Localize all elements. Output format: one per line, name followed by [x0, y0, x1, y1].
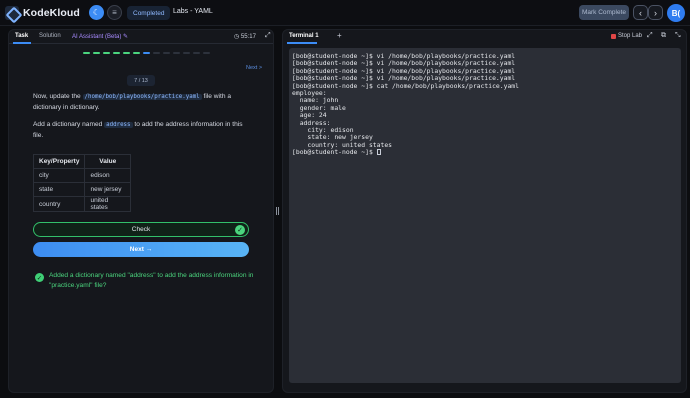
- chevron-left-icon: ‹: [639, 7, 642, 18]
- progress-step: [183, 52, 190, 54]
- avatar[interactable]: B(: [667, 4, 685, 22]
- timer: ◷ 55:17: [234, 33, 256, 40]
- fullscreen-icon[interactable]: ⤡: [675, 32, 681, 40]
- file-path-code: /home/bob/playbooks/practice.yaml: [82, 94, 202, 100]
- terminal-output[interactable]: [bob@student-node ~]$ vi /home/bob/playb…: [289, 48, 681, 383]
- terminal-panel: Terminal 1 + Stop Lab ⤢ ⧉ ⤡ [bob@student…: [282, 29, 687, 393]
- progress-step: [173, 52, 180, 54]
- terminal-cursor: [376, 149, 381, 156]
- table-cell: united states: [84, 196, 131, 212]
- checkmark-icon: ✓: [235, 225, 245, 235]
- instruction-paragraph-2: Add a dictionary named address to add th…: [33, 120, 253, 140]
- progress-step: [163, 52, 170, 54]
- tab-solution[interactable]: Solution: [39, 33, 61, 39]
- status-badge: Completed: [127, 6, 171, 20]
- table-cell: new jersey: [84, 182, 131, 197]
- expand-icon[interactable]: ⤢: [647, 32, 653, 40]
- theme-toggle-moon-icon[interactable]: ☾: [89, 5, 104, 20]
- top-bar: KodeKloud ☾ ≡ Completed Labs - YAML Mark…: [0, 0, 690, 26]
- column-header: Key/Property: [32, 154, 86, 169]
- check-button[interactable]: Check ✓: [33, 222, 249, 237]
- progress-step: [123, 52, 130, 54]
- logo[interactable]: KodeKloud: [5, 6, 80, 20]
- progress-step: [113, 52, 120, 54]
- panel-resize-handle[interactable]: [276, 207, 279, 215]
- menu-grid-icon[interactable]: ≡: [107, 5, 122, 20]
- terminal-line: age: 24: [292, 111, 327, 120]
- terminal-line: gender: male: [292, 103, 346, 112]
- tab-task[interactable]: Task: [15, 33, 28, 39]
- previous-lab-button[interactable]: ‹: [633, 5, 648, 20]
- lab-title: Labs - YAML: [173, 8, 213, 15]
- table-row: state new jersey: [32, 182, 131, 197]
- next-step-link[interactable]: Next >: [246, 65, 262, 71]
- table-cell: country: [32, 196, 86, 212]
- column-header: Value: [84, 154, 131, 169]
- success-check-icon: ✓: [35, 273, 44, 282]
- table-cell: edison: [84, 168, 131, 183]
- table-row: country united states: [32, 196, 131, 212]
- table-header-row: Key/Property Value: [32, 154, 131, 169]
- task-tabs: Task Solution AI Assistant (Beta) ✎ ◷ 55…: [9, 30, 273, 44]
- chevron-right-icon: ›: [654, 7, 657, 18]
- table-cell: state: [32, 182, 86, 197]
- result-text: Added a dictionary named "address" to ad…: [49, 272, 254, 289]
- key-value-table: Key/Property Value city edison state new…: [32, 154, 131, 212]
- dictionary-name-code: address: [104, 122, 133, 128]
- progress-step: [93, 52, 100, 54]
- step-counter: 7 / 13: [127, 75, 155, 86]
- timer-value: 55:17: [240, 34, 256, 40]
- add-terminal-icon[interactable]: +: [337, 31, 342, 40]
- terminal-prompt: [bob@student-node ~]$: [292, 148, 377, 157]
- progress-step: [203, 52, 210, 54]
- clock-icon: ◷: [234, 34, 241, 40]
- stop-icon: [611, 33, 616, 39]
- active-tab-indicator: [287, 42, 317, 44]
- progress-step: [103, 52, 110, 54]
- progress-step: [193, 52, 200, 54]
- progress-step: [83, 52, 90, 54]
- table-cell: city: [32, 168, 86, 183]
- mark-complete-button[interactable]: Mark Complete: [579, 5, 629, 20]
- stop-lab-label: Stop Lab: [618, 33, 643, 39]
- progress-step: [143, 52, 150, 54]
- stop-lab-button[interactable]: Stop Lab: [611, 33, 642, 39]
- task-panel: Task Solution AI Assistant (Beta) ✎ ◷ 55…: [8, 29, 274, 393]
- tab-terminal-1[interactable]: Terminal 1: [289, 33, 319, 39]
- terminal-prompt-line: [bob@student-node ~]$: [292, 149, 678, 156]
- table-row: city edison: [32, 168, 131, 183]
- progress-step: [133, 52, 140, 54]
- terminal-line: employee:: [292, 89, 327, 98]
- step-progress: [83, 52, 210, 54]
- expand-icon[interactable]: ⤢: [265, 32, 271, 40]
- tab-ai-assistant[interactable]: AI Assistant (Beta) ✎: [72, 33, 128, 40]
- instruction-paragraph-1: Now, update the /home/bob/playbooks/prac…: [33, 92, 238, 112]
- instruction-text: Now, update the: [33, 93, 83, 100]
- terminal-line: name: john: [292, 96, 339, 105]
- kodekloud-logo-icon: [5, 6, 19, 20]
- logo-text: KodeKloud: [23, 7, 80, 19]
- next-lab-button[interactable]: ›: [648, 5, 663, 20]
- active-tab-indicator: [13, 42, 31, 44]
- open-external-icon[interactable]: ⧉: [661, 32, 666, 40]
- terminal-line: [bob@student-node ~]$ cat /home/bob/play…: [292, 81, 520, 90]
- check-button-label: Check: [131, 226, 151, 233]
- progress-step: [153, 52, 160, 54]
- instruction-text: Add a dictionary named: [33, 121, 105, 128]
- next-button[interactable]: Next →: [33, 242, 249, 257]
